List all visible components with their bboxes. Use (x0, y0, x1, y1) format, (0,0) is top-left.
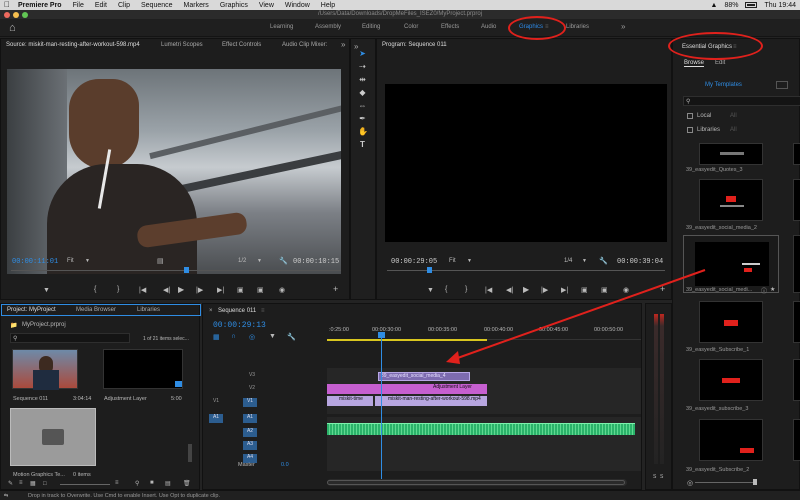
annotation-arrow (446, 269, 706, 364)
